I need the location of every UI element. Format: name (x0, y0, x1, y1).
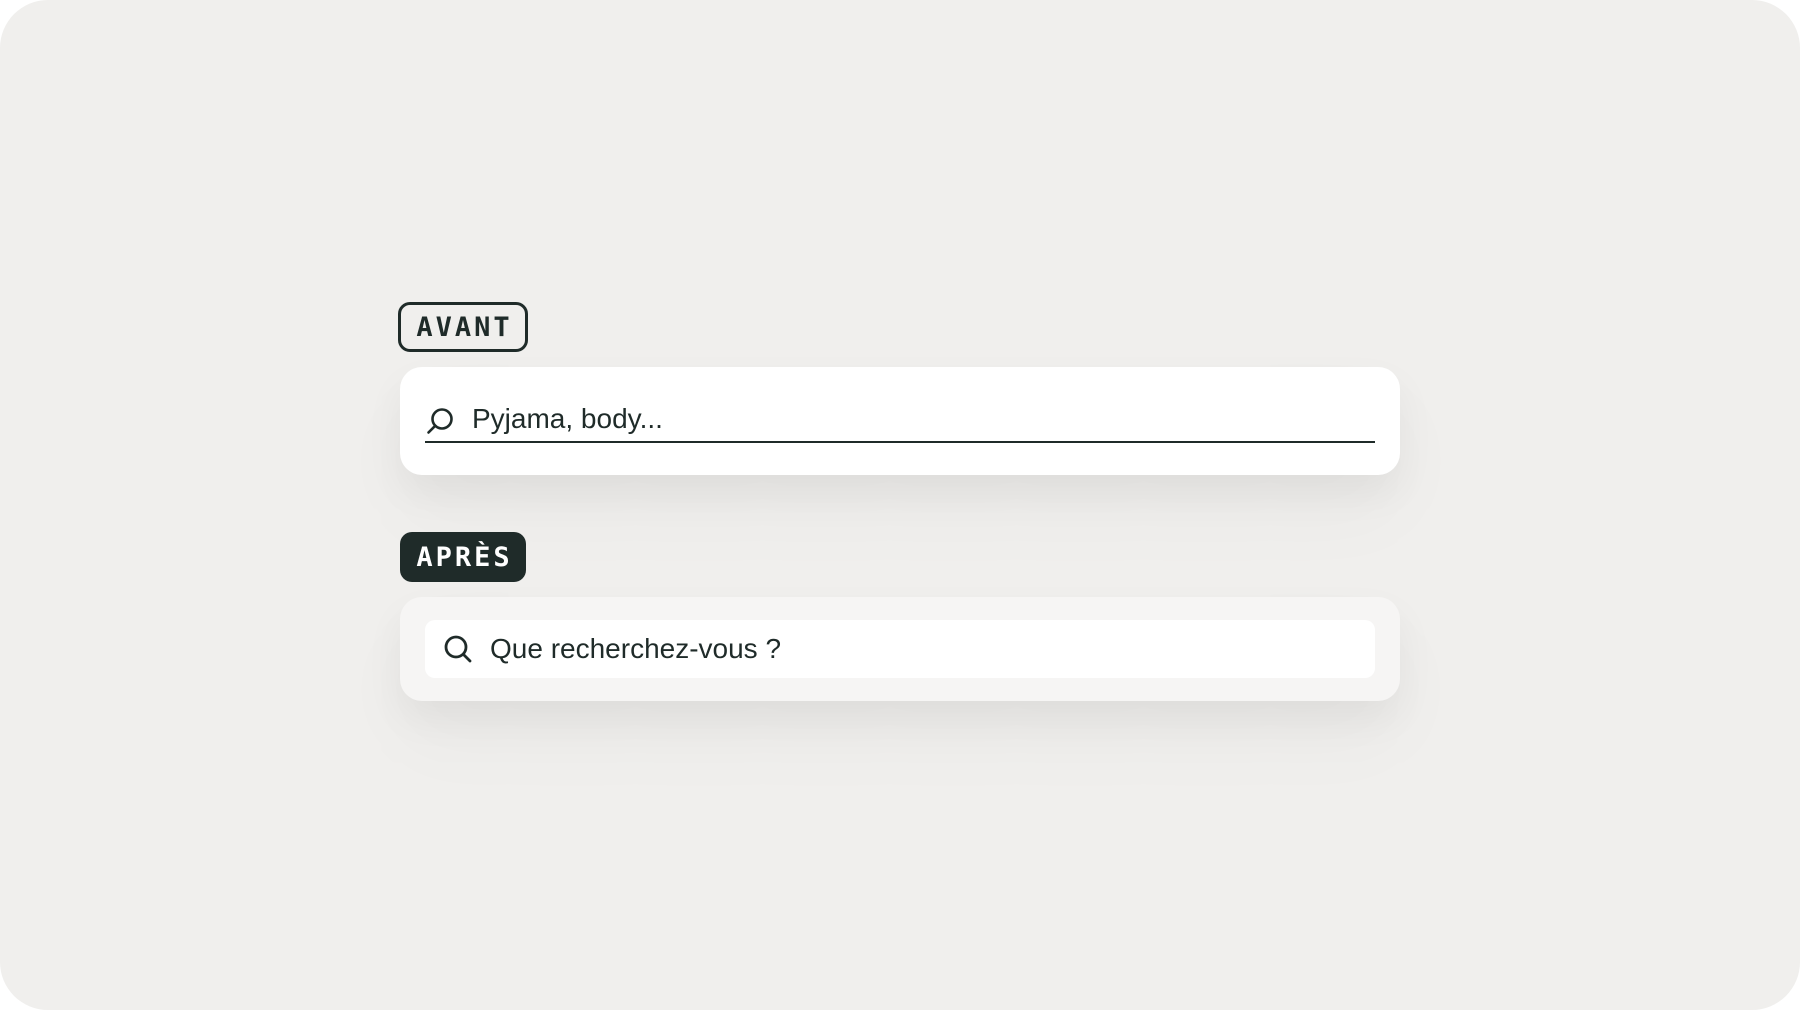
before-search-field[interactable]: Pyjama, body... (425, 401, 1375, 443)
after-badge: APRÈS (400, 532, 526, 582)
search-icon (442, 633, 474, 665)
after-search-card: Que recherchez-vous ? (400, 597, 1400, 701)
after-search-placeholder: Que recherchez-vous ? (490, 633, 782, 664)
before-badge: AVANT (398, 302, 528, 352)
before-search-card: Pyjama, body... (400, 367, 1400, 475)
comparison-canvas: AVANT Pyjama, body... APRÈS Que recherch… (0, 0, 1800, 1010)
after-search-field[interactable]: Que recherchez-vous ? (425, 620, 1375, 678)
before-search-placeholder: Pyjama, body... (472, 403, 663, 434)
search-icon (425, 406, 455, 436)
